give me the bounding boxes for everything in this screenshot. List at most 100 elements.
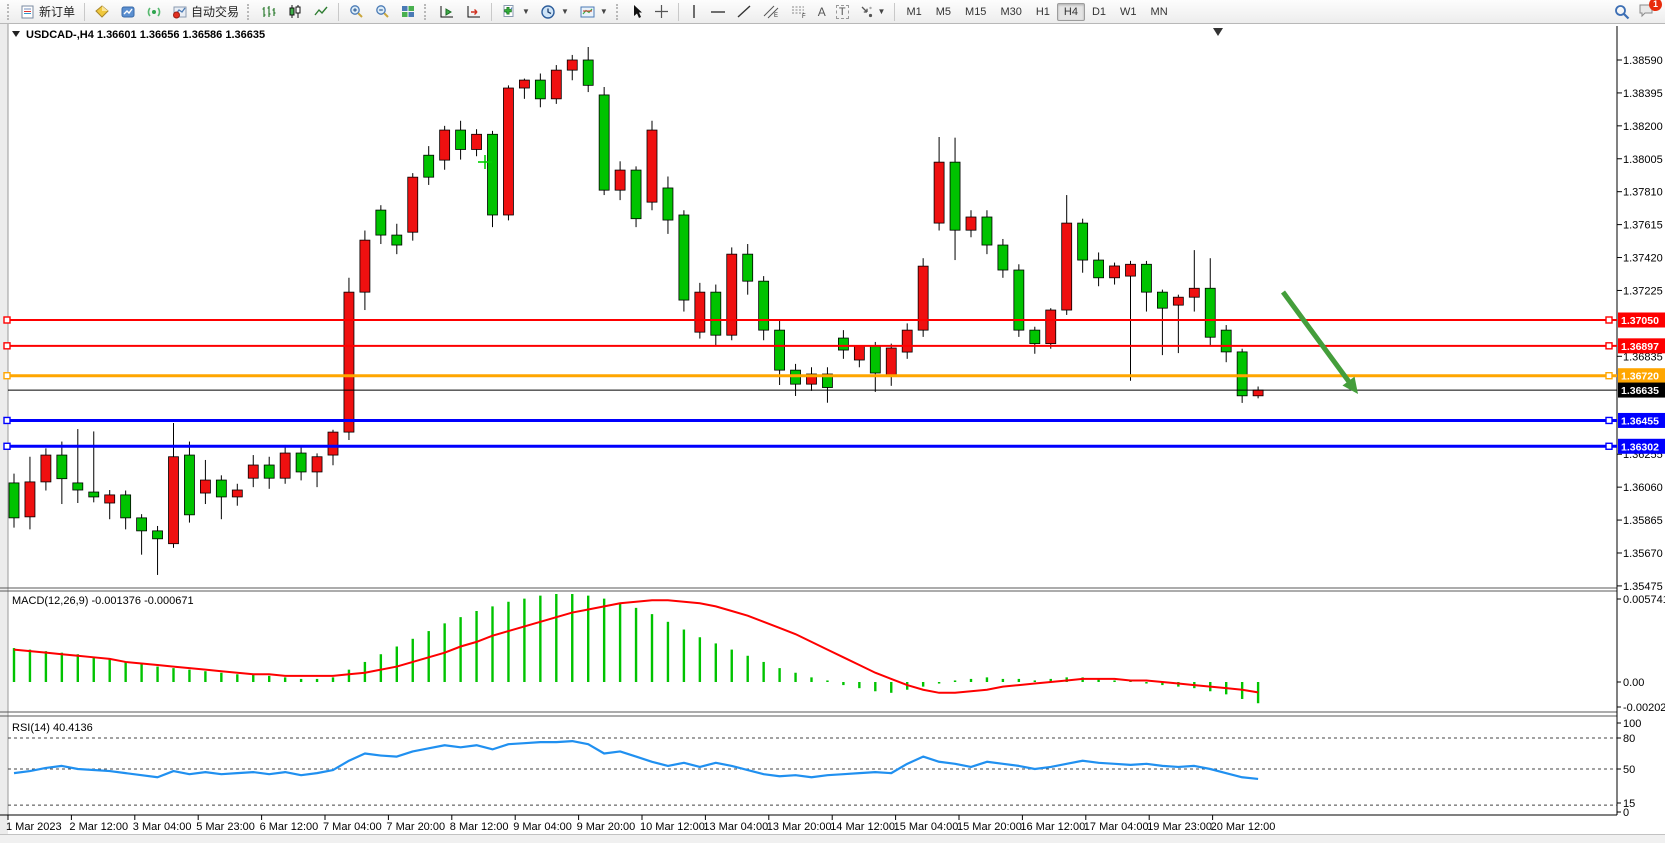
tab-timeframe-M30[interactable]: M30 <box>993 3 1028 21</box>
main-toolbar: 新订单 自动交易 <box>0 0 1665 24</box>
horizontal-line-1.36455[interactable]: 1.36455 <box>4 413 1665 428</box>
rsi-axis-label: 100 <box>1623 718 1641 730</box>
tab-timeframe-H1[interactable]: H1 <box>1029 3 1057 21</box>
candlesticks <box>9 47 1263 575</box>
price-line-label: 1.36455 <box>1621 415 1659 427</box>
chart-canvas[interactable]: 1.385901.383951.382001.380051.378101.376… <box>0 0 1665 843</box>
channel-tool-button[interactable]: E <box>757 0 785 24</box>
crosshair-tool-button[interactable] <box>649 0 674 24</box>
navigator-button[interactable] <box>115 0 141 24</box>
bar-chart-type-button[interactable] <box>256 0 282 24</box>
zoom-in-button[interactable] <box>343 0 369 24</box>
time-axis-label: 13 Mar 04:00 <box>703 821 768 833</box>
candle <box>551 70 561 99</box>
candle <box>1157 292 1167 308</box>
candle <box>1253 390 1263 396</box>
horizontal-line-1.36302[interactable]: 1.36302 <box>4 439 1665 454</box>
time-axis-label: 19 Mar 23:00 <box>1147 821 1212 833</box>
macd-axis-label: -0.002027 <box>1623 702 1665 714</box>
candle <box>1014 270 1024 330</box>
label-tool-button[interactable]: T <box>831 0 854 24</box>
templates-button[interactable]: ▼ <box>574 0 613 24</box>
cursor-tool-button[interactable] <box>625 0 649 24</box>
text-tool-button[interactable]: A <box>813 0 831 24</box>
toolbar-grip[interactable] <box>7 4 13 20</box>
tab-timeframe-H4[interactable]: H4 <box>1057 3 1085 21</box>
line-handle <box>1606 373 1612 379</box>
candle <box>743 254 753 281</box>
horizontal-line-icon <box>710 4 726 19</box>
search-icon[interactable] <box>1614 4 1630 20</box>
candle <box>408 177 418 232</box>
trendline-tool-button[interactable] <box>731 0 757 24</box>
fibonacci-tool-button[interactable]: F <box>785 0 813 24</box>
fibonacci-icon: F <box>790 4 808 19</box>
line-handle <box>1606 443 1612 449</box>
price-line-label: 1.36897 <box>1621 341 1659 353</box>
tab-timeframe-M1[interactable]: M1 <box>899 3 928 21</box>
candle <box>695 292 705 332</box>
chevron-down-icon <box>12 31 20 37</box>
rsi-axis-label: 80 <box>1623 733 1635 745</box>
trend-arrow[interactable] <box>1283 292 1358 394</box>
price-line-label: 1.36302 <box>1621 441 1659 453</box>
candle <box>344 292 354 432</box>
auto-trading-label: 自动交易 <box>191 3 239 20</box>
notifications-button[interactable]: 1 <box>1638 3 1655 21</box>
candle <box>264 465 274 478</box>
candlestick-type-button[interactable] <box>282 0 308 24</box>
hline-tool-button[interactable] <box>705 0 731 24</box>
market-watch-button[interactable] <box>89 0 115 24</box>
new-order-button[interactable]: 新订单 <box>16 0 80 24</box>
clock-icon <box>540 4 557 20</box>
time-axis-label: 16 Mar 12:00 <box>1020 821 1085 833</box>
indicators-button[interactable]: ▼ <box>496 0 535 24</box>
candlestick-icon <box>287 4 303 19</box>
tab-timeframe-W1[interactable]: W1 <box>1113 3 1144 21</box>
chart-shift-marker[interactable] <box>1213 28 1223 36</box>
zoom-in-icon <box>348 4 364 19</box>
price-tick-label: 1.37225 <box>1623 285 1663 297</box>
candle <box>1078 223 1088 260</box>
time-axis-label: 10 Mar 12:00 <box>640 821 705 833</box>
candle <box>982 217 992 245</box>
zoom-out-icon <box>374 4 390 19</box>
horizontal-line-1.36897[interactable]: 1.36897 <box>4 338 1665 353</box>
auto-trading-button[interactable]: 自动交易 <box>167 0 244 24</box>
rsi-line <box>14 741 1258 779</box>
rsi-axis-label: 50 <box>1623 764 1635 776</box>
line-chart-type-button[interactable] <box>308 0 334 24</box>
cursor-icon <box>630 4 644 19</box>
auto-scroll-button[interactable] <box>433 0 460 24</box>
shapes-tool-button[interactable]: ▼ <box>854 0 891 24</box>
chart-shift-button[interactable] <box>460 0 487 24</box>
tab-timeframe-M5[interactable]: M5 <box>929 3 958 21</box>
horizontal-line-1.36635[interactable]: 1.36635 <box>8 383 1665 398</box>
periods-button[interactable]: ▼ <box>535 0 574 24</box>
chart-shift-icon <box>465 4 482 20</box>
candle <box>153 531 163 539</box>
candle <box>25 482 35 517</box>
candle <box>1030 330 1040 344</box>
tab-timeframe-MN[interactable]: MN <box>1144 3 1175 21</box>
tab-timeframe-D1[interactable]: D1 <box>1085 3 1113 21</box>
candle <box>456 130 466 149</box>
signals-button[interactable] <box>141 0 167 24</box>
candle <box>1062 223 1072 310</box>
time-axis-label: 7 Mar 20:00 <box>386 821 445 833</box>
horizontal-line-1.36720[interactable]: 1.36720 <box>4 368 1665 383</box>
time-axis-label: 14 Mar 12:00 <box>830 821 895 833</box>
chart-title-bar[interactable]: USDCAD-,H4 1.36601 1.36656 1.36586 1.366… <box>12 29 265 41</box>
tile-windows-button[interactable] <box>395 0 421 24</box>
zoom-out-button[interactable] <box>369 0 395 24</box>
candle <box>424 155 434 177</box>
line-handle <box>4 373 10 379</box>
dropdown-caret: ▼ <box>878 7 886 16</box>
tab-timeframe-M15[interactable]: M15 <box>958 3 993 21</box>
time-axis[interactable]: 1 Mar 20232 Mar 12:003 Mar 04:005 Mar 23… <box>6 815 1275 833</box>
line-handle <box>4 443 10 449</box>
vline-tool-button[interactable] <box>683 0 705 24</box>
horizontal-line-1.37050[interactable]: 1.37050 <box>4 312 1665 327</box>
candle <box>1046 310 1056 344</box>
chart-title: USDCAD-,H4 1.36601 1.36656 1.36586 1.366… <box>26 29 265 41</box>
